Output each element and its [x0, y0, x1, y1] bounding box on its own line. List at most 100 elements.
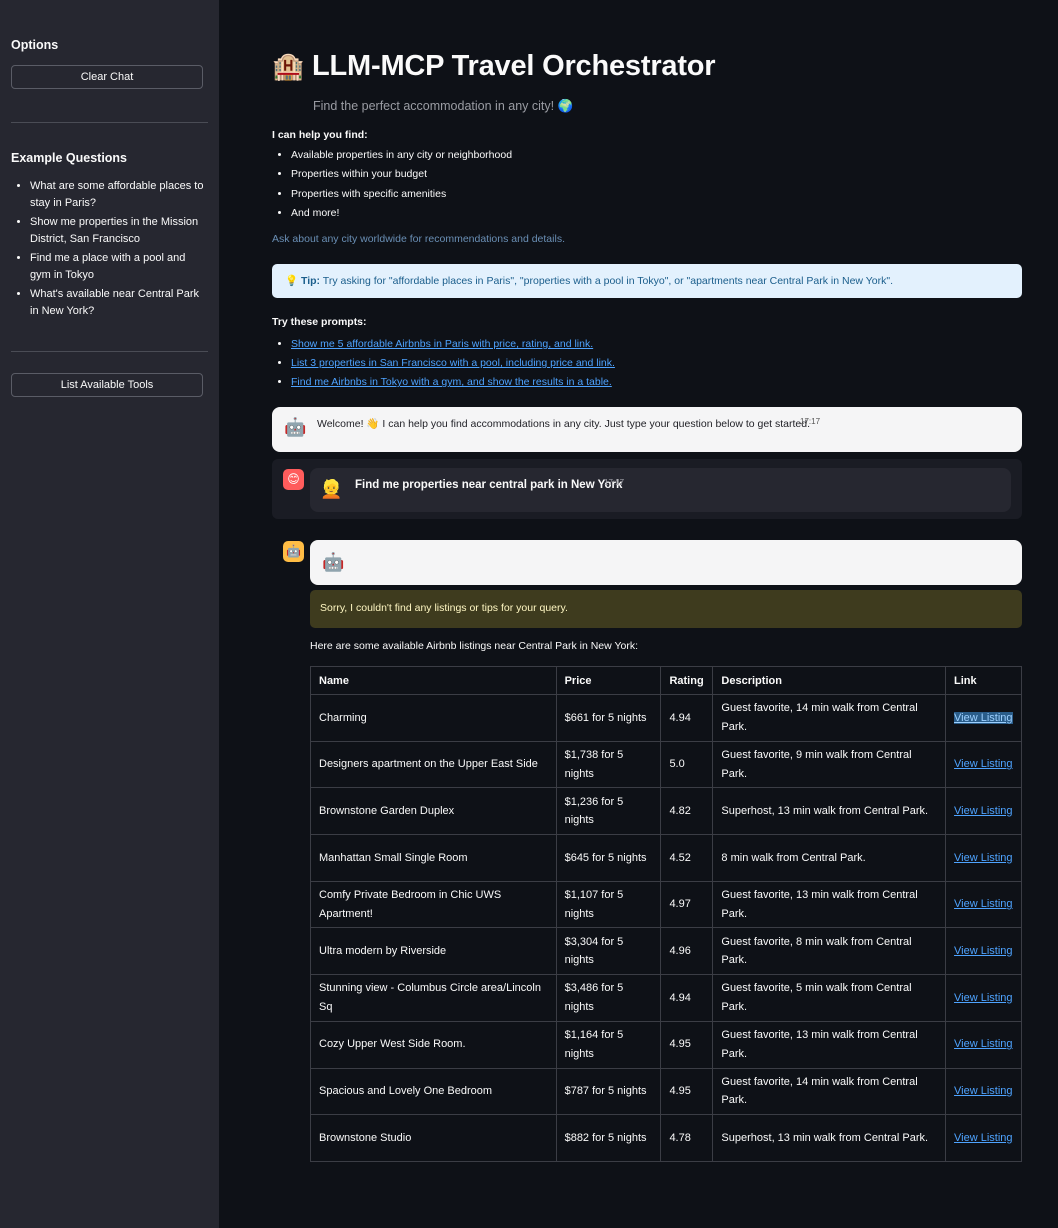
rating-cell: 4.95	[660, 1067, 714, 1116]
name-cell: Spacious and Lovely One Bedroom	[310, 1067, 557, 1116]
description-cell: Guest favorite, 14 min walk from Central…	[712, 694, 947, 742]
message-timestamp: 17:17	[604, 478, 625, 487]
name-cell: Cozy Upper West Side Room.	[310, 1020, 557, 1069]
user-message: 👱 Find me properties near central park i…	[310, 468, 1011, 512]
page-title: LLM-MCP Travel Orchestrator	[312, 50, 716, 82]
name-cell: Charming	[310, 694, 557, 742]
view-listing-link[interactable]: View Listing	[954, 945, 1013, 957]
rating-cell: 4.97	[660, 880, 714, 929]
view-listing-link[interactable]: View Listing	[954, 992, 1013, 1004]
robot-icon: 🤖	[284, 417, 307, 437]
description-cell: Guest favorite, 9 min walk from Central …	[712, 740, 947, 789]
description-cell: Guest favorite, 14 min walk from Central…	[712, 1067, 947, 1116]
rating-cell: 4.78	[660, 1114, 714, 1162]
table-row: Charming $661 for 5 nights 4.94 Guest favor…	[310, 694, 1022, 742]
prompt-item: List 3 properties in San Francisco with …	[291, 354, 615, 373]
robot-icon: 🤖	[322, 552, 345, 572]
help-item: Properties with specific amenities	[291, 185, 512, 204]
link-cell: View Listing	[945, 694, 1022, 742]
price-cell: $1,107 for 5 nights	[555, 880, 662, 929]
rating-cell: 4.95	[660, 1020, 714, 1069]
link-cell: View Listing	[945, 1067, 1022, 1116]
column-header: Description	[712, 666, 947, 695]
price-cell: $1,236 for 5 nights	[555, 787, 662, 836]
column-header: Link	[945, 666, 1022, 695]
link-cell: View Listing	[945, 974, 1022, 1022]
tip-text: Try asking for "affordable places in Par…	[322, 275, 893, 287]
help-item: Available properties in any city or neig…	[291, 146, 512, 165]
name-cell: Brownstone Garden Duplex	[310, 787, 557, 836]
link-cell: View Listing	[945, 927, 1022, 976]
hotel-icon: 🏨	[272, 51, 305, 81]
ask-hint: Ask about any city worldwide for recomme…	[272, 233, 565, 245]
help-list: Available properties in any city or neig…	[272, 146, 512, 223]
page-subtitle: Find the perfect accommodation in any ci…	[313, 99, 574, 113]
description-cell: Guest favorite, 13 min walk from Central…	[712, 1020, 947, 1069]
example-question: Find me a place with a pool and gym in T…	[30, 250, 208, 284]
example-question: What are some affordable places to stay …	[30, 178, 208, 212]
column-header: Name	[310, 666, 557, 695]
table-header-row: Name Price Rating Description Link	[310, 666, 1022, 695]
clear-chat-button[interactable]: Clear Chat	[11, 65, 203, 89]
sidebar-divider	[11, 351, 208, 352]
list-tools-button[interactable]: List Available Tools	[11, 373, 203, 397]
prompt-item: Show me 5 affordable Airbnbs in Paris wi…	[291, 335, 615, 354]
table-row: Ultra modern by Riverside $3,304 for 5 ni…	[310, 927, 1022, 976]
prompt-link[interactable]: Find me Airbnbs in Tokyo with a gym, and…	[291, 376, 612, 388]
help-heading: I can help you find:	[272, 129, 368, 141]
view-listing-link[interactable]: View Listing	[954, 1132, 1013, 1144]
prompts-list: Show me 5 affordable Airbnbs in Paris wi…	[272, 335, 615, 393]
view-listing-link[interactable]: View Listing	[954, 758, 1013, 770]
link-cell: View Listing	[945, 834, 1022, 882]
name-cell: Comfy Private Bedroom in Chic UWS Apartm…	[310, 880, 557, 929]
name-cell: Ultra modern by Riverside	[310, 927, 557, 976]
price-cell: $787 for 5 nights	[555, 1067, 662, 1116]
user-face-icon: 👱	[320, 479, 343, 499]
table-row: Stunning view - Columbus Circle area/Lin…	[310, 974, 1022, 1022]
link-cell: View Listing	[945, 740, 1022, 789]
price-cell: $645 for 5 nights	[555, 834, 662, 882]
options-heading: Options	[11, 38, 59, 52]
column-header: Rating	[660, 666, 714, 695]
help-item: And more!	[291, 204, 512, 223]
message-timestamp: 17:17	[800, 417, 821, 426]
link-cell: View Listing	[945, 880, 1022, 929]
view-listing-link[interactable]: View Listing	[954, 852, 1013, 864]
view-listing-link[interactable]: View Listing	[954, 1085, 1013, 1097]
price-cell: $1,164 for 5 nights	[555, 1020, 662, 1069]
rating-cell: 4.96	[660, 927, 714, 976]
sidebar: Options Clear Chat Example Questions Wha…	[0, 0, 219, 1228]
view-listing-link[interactable]: View Listing	[954, 898, 1013, 910]
table-row: Spacious and Lovely One Bedroom $787 for …	[310, 1067, 1022, 1116]
prompt-link[interactable]: Show me 5 affordable Airbnbs in Paris wi…	[291, 338, 593, 350]
rating-cell: 5.0	[660, 740, 714, 789]
view-listing-link[interactable]: View Listing	[954, 805, 1013, 817]
prompt-item: Find me Airbnbs in Tokyo with a gym, and…	[291, 373, 615, 392]
table-row: Comfy Private Bedroom in Chic UWS Apartm…	[310, 880, 1022, 929]
user-message-text: Find me properties near central park in …	[355, 479, 623, 491]
prompt-link[interactable]: List 3 properties in San Francisco with …	[291, 357, 615, 369]
name-cell: Manhattan Small Single Room	[310, 834, 557, 882]
example-questions-heading: Example Questions	[11, 151, 128, 165]
view-listing-link[interactable]: View Listing	[954, 1038, 1013, 1050]
table-row: Manhattan Small Single Room $645 for 5 ni…	[310, 834, 1022, 882]
rating-cell: 4.52	[660, 834, 714, 882]
description-cell: Superhost, 13 min walk from Central Park…	[712, 787, 947, 836]
assistant-message: 🤖	[310, 540, 1022, 585]
view-listing-link[interactable]: View Listing	[954, 711, 1013, 724]
tip-label: Tip:	[301, 275, 321, 287]
prompts-heading: Try these prompts:	[272, 316, 367, 328]
rating-cell: 4.94	[660, 974, 714, 1022]
table-row: Designers apartment on the Upper East Si…	[310, 740, 1022, 789]
rating-cell: 4.94	[660, 694, 714, 742]
price-cell: $3,304 for 5 nights	[555, 927, 662, 976]
link-cell: View Listing	[945, 1114, 1022, 1162]
name-cell: Stunning view - Columbus Circle area/Lin…	[310, 974, 557, 1022]
example-question: Show me properties in the Mission Distri…	[30, 214, 208, 248]
tip-box: 💡 Tip: Try asking for "affordable places…	[272, 264, 1022, 298]
user-avatar-icon: 😊	[283, 469, 304, 490]
column-header: Price	[555, 666, 662, 695]
help-item: Properties within your budget	[291, 165, 512, 184]
description-cell: 8 min walk from Central Park.	[712, 834, 947, 882]
lightbulb-icon: 💡	[285, 275, 299, 287]
